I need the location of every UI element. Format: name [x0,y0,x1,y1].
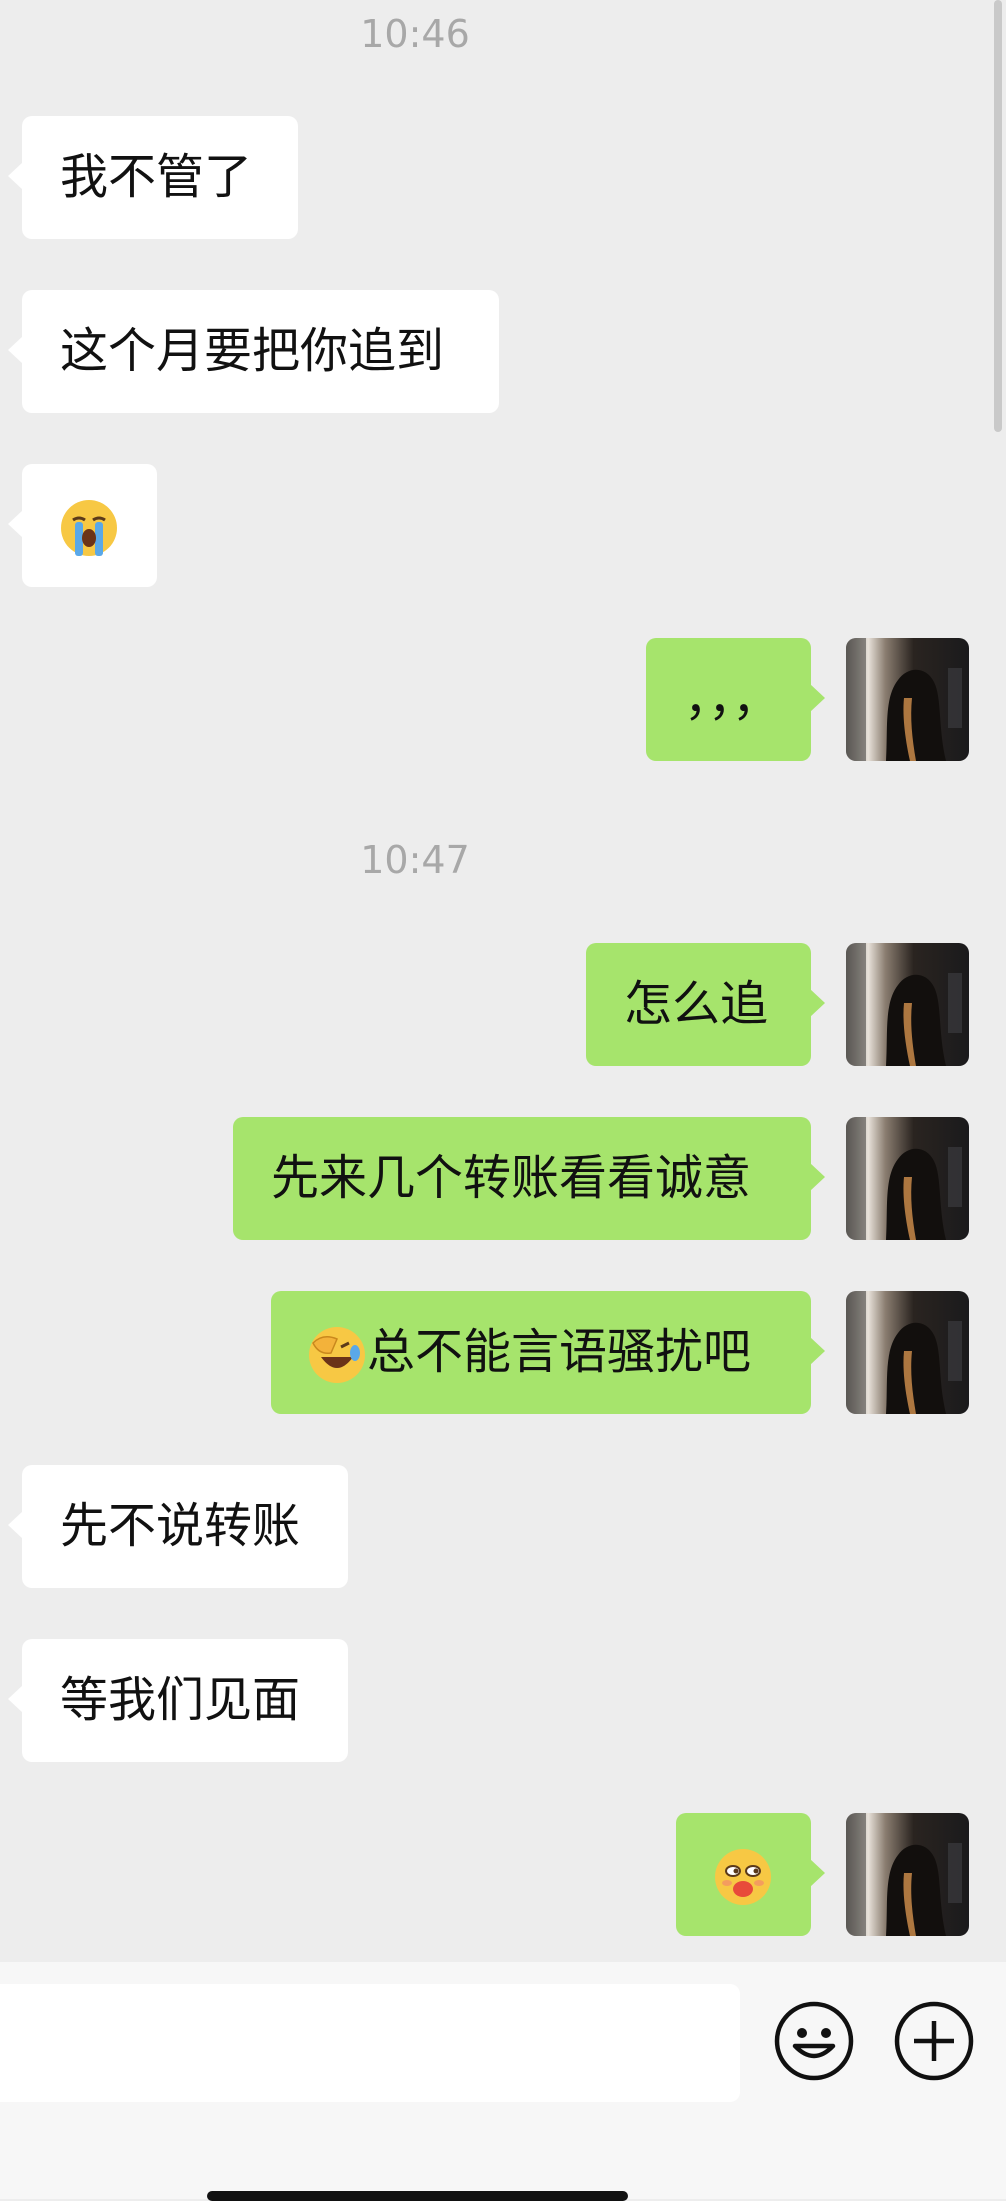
incoming-message-bubble[interactable]: 先不说转账 [8,1465,348,1588]
message-row-incoming: 我不管了 [0,116,1006,239]
message-row-outgoing: 怎么追 [0,943,1006,1066]
timestamp: 10:46 [360,12,470,56]
avatar[interactable] [846,943,969,1066]
avatar[interactable] [846,1117,969,1240]
message-row-outgoing [0,1813,1006,1936]
incoming-message-bubble[interactable]: 这个月要把你追到 [8,290,499,413]
outgoing-message-bubble[interactable]: ，，， [646,638,825,761]
message-text: 总不能言语骚扰吧 [367,1324,752,1380]
message-row-incoming [0,464,1006,587]
avatar[interactable] [846,1813,969,1936]
scrollbar[interactable] [994,0,1002,432]
message-row-incoming: 这个月要把你追到 [0,290,1006,413]
incoming-message-bubble[interactable]: 等我们见面 [8,1639,348,1762]
message-row-incoming: 等我们见面 [0,1639,1006,1762]
face-palm-laughing-icon [307,1325,367,1385]
incoming-message-bubble[interactable]: 我不管了 [8,116,298,239]
timestamp: 10:47 [360,838,470,882]
message-row-outgoing: 总不能言语骚扰吧 [0,1291,1006,1414]
emoji-face-icon[interactable] [773,2000,855,2082]
input-bar [0,1962,1006,2199]
outgoing-message-bubble[interactable] [676,1813,825,1936]
smirk-blushing-face-icon [713,1847,773,1907]
avatar[interactable] [846,1291,969,1414]
message-row-outgoing: ，，， [0,638,1006,761]
incoming-message-bubble[interactable] [8,464,157,587]
loudly-crying-face-icon [59,498,119,558]
chat-messages-area[interactable]: 10:46 我不管了 这个月要把你追到 ，，， 10:47 怎么追 先来几个转账… [0,0,1006,1962]
message-input[interactable] [0,1984,740,2102]
plus-circle-icon[interactable] [893,2000,975,2082]
home-indicator [207,2191,628,2201]
avatar[interactable] [846,638,969,761]
message-row-incoming: 先不说转账 [0,1465,1006,1588]
outgoing-message-bubble[interactable]: 先来几个转账看看诚意 [233,1117,825,1240]
outgoing-message-bubble[interactable]: 怎么追 [586,943,825,1066]
message-row-outgoing: 先来几个转账看看诚意 [0,1117,1006,1240]
outgoing-message-bubble[interactable]: 总不能言语骚扰吧 [271,1291,825,1414]
